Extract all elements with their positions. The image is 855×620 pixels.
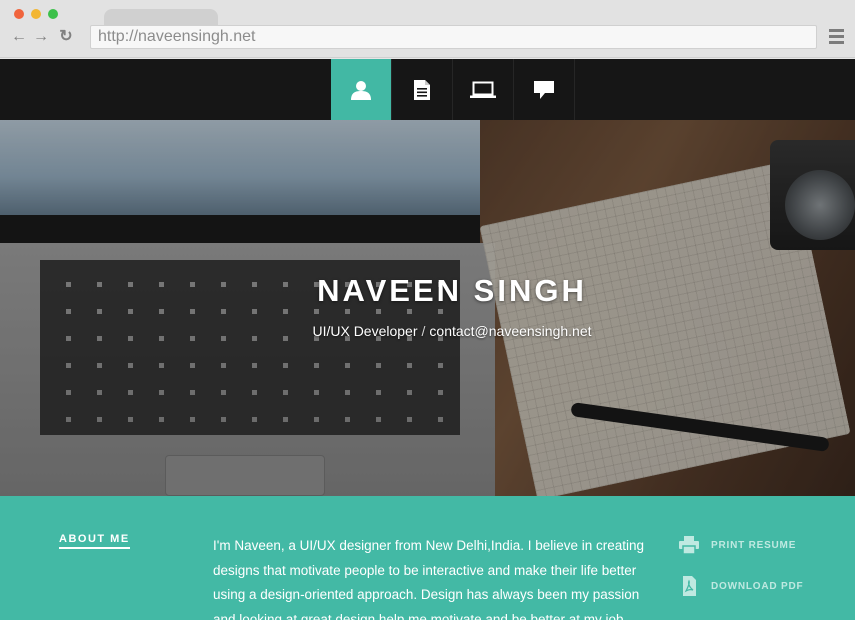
- site-nav: [0, 59, 855, 120]
- about-section: ABOUT ME I'm Naveen, a UI/UX designer fr…: [0, 496, 855, 620]
- hero-title: NAVEEN SINGH: [317, 273, 587, 308]
- pdf-file-icon: [683, 576, 696, 596]
- minimize-window-button[interactable]: [31, 9, 41, 19]
- hamburger-menu-icon[interactable]: [829, 29, 844, 44]
- maximize-window-button[interactable]: [48, 9, 58, 19]
- back-arrow-icon[interactable]: ←: [10, 28, 28, 46]
- speech-bubble-icon: [534, 80, 554, 99]
- browser-chrome: ← → ↻ http://naveensingh.net: [0, 0, 855, 58]
- hero-separator: /: [421, 323, 426, 339]
- document-icon: [414, 79, 430, 100]
- address-bar[interactable]: http://naveensingh.net: [90, 25, 817, 49]
- forward-arrow-icon[interactable]: →: [32, 28, 50, 46]
- url-text: http://naveensingh.net: [98, 28, 256, 45]
- reload-icon[interactable]: ↻: [57, 28, 75, 46]
- download-pdf-label: DOWNLOAD PDF: [711, 580, 804, 592]
- close-window-button[interactable]: [14, 9, 24, 19]
- about-heading: ABOUT ME: [59, 533, 130, 549]
- printer-icon: [679, 536, 699, 554]
- nav-item-contact[interactable]: [514, 59, 575, 120]
- nav-item-portfolio[interactable]: [453, 59, 514, 120]
- hero-banner: NAVEEN SINGH UI/UX Developer / contact@nav…: [0, 120, 855, 496]
- nav-item-resume[interactable]: [392, 59, 453, 120]
- print-resume-button[interactable]: PRINT RESUME: [679, 536, 796, 554]
- print-resume-label: PRINT RESUME: [711, 539, 797, 551]
- hero-role: UI/UX Developer: [312, 323, 418, 339]
- nav-item-about[interactable]: [331, 59, 392, 120]
- hero-email-link[interactable]: contact@naveensingh.net: [429, 323, 591, 339]
- hero-subtitle: UI/UX Developer / contact@naveensingh.net: [0, 323, 855, 339]
- about-paragraph: I'm Naveen, a UI/UX designer from New De…: [213, 538, 645, 620]
- laptop-icon: [470, 81, 496, 98]
- user-icon: [351, 80, 371, 100]
- download-pdf-button[interactable]: DOWNLOAD PDF: [679, 576, 803, 596]
